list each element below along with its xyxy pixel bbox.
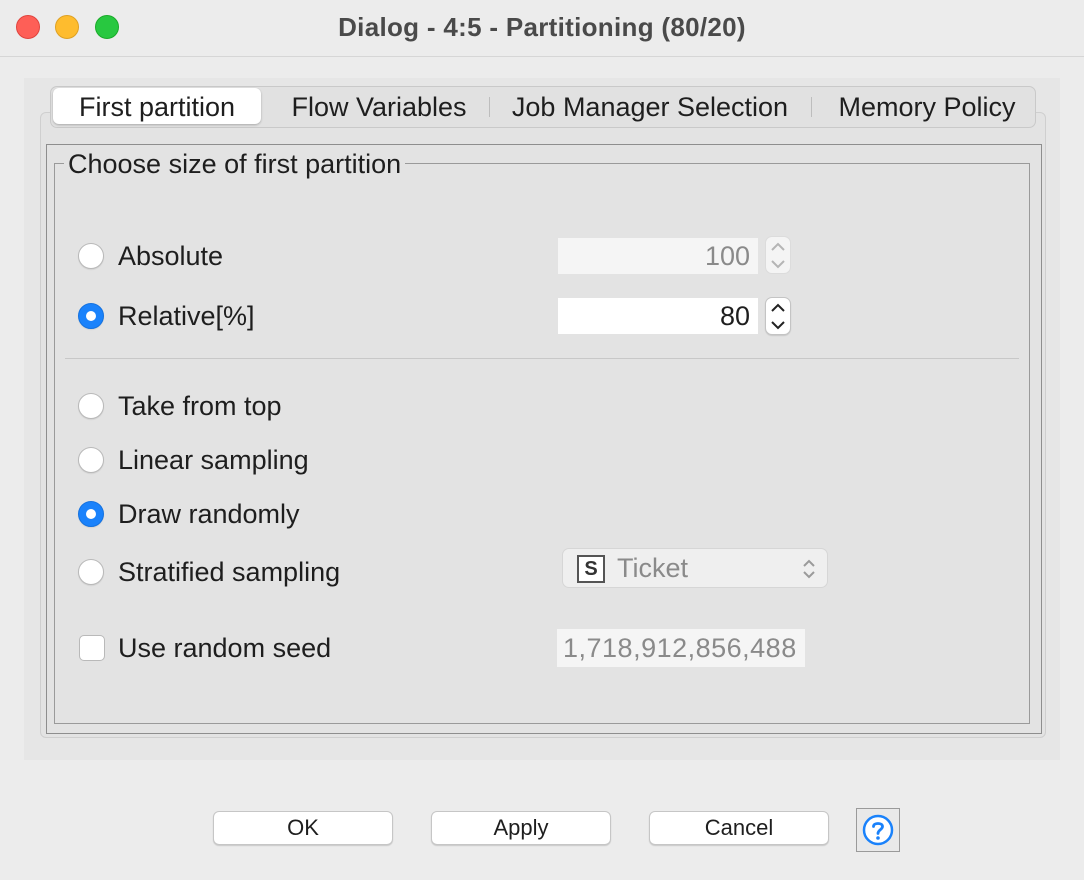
help-button[interactable] bbox=[856, 808, 900, 852]
string-type-icon: S bbox=[577, 555, 605, 583]
tab-memory-policy[interactable]: Memory Policy bbox=[821, 87, 1033, 127]
spinner-up-icon bbox=[771, 303, 785, 312]
random-seed-input[interactable]: 1,718,912,856,488 bbox=[557, 629, 805, 667]
apply-button[interactable]: Apply bbox=[431, 811, 611, 845]
absolute-count-input[interactable]: 100 bbox=[558, 238, 758, 274]
tab-separator bbox=[489, 97, 490, 117]
use-random-seed-label: Use random seed bbox=[118, 633, 332, 663]
stratified-sampling-radio[interactable] bbox=[78, 559, 104, 585]
title-bar: Dialog - 4:5 - Partitioning (80/20) bbox=[0, 0, 1084, 57]
linear-sampling-radio[interactable] bbox=[78, 447, 104, 473]
take-from-top-radio[interactable] bbox=[78, 393, 104, 419]
relative-label: Relative[%] bbox=[118, 301, 255, 331]
stratify-column-value: Ticket bbox=[617, 553, 689, 583]
absolute-spinner[interactable] bbox=[765, 236, 791, 274]
relative-percent-input[interactable]: 80 bbox=[558, 298, 758, 334]
linear-sampling-label: Linear sampling bbox=[118, 445, 309, 475]
window-title: Dialog - 4:5 - Partitioning (80/20) bbox=[338, 12, 746, 42]
tab-separator bbox=[811, 97, 812, 117]
tab-job-manager-selection[interactable]: Job Manager Selection bbox=[497, 87, 803, 127]
group-title: Choose size of first partition bbox=[64, 148, 406, 180]
relative-spinner[interactable] bbox=[765, 297, 791, 335]
chevron-up-down-icon bbox=[803, 559, 815, 579]
use-random-seed-checkbox[interactable] bbox=[79, 635, 105, 661]
help-icon bbox=[862, 814, 894, 846]
cancel-button[interactable]: Cancel bbox=[649, 811, 829, 845]
stratified-sampling-label: Stratified sampling bbox=[118, 557, 341, 587]
relative-radio[interactable] bbox=[78, 303, 104, 329]
absolute-label: Absolute bbox=[118, 241, 224, 271]
take-from-top-label: Take from top bbox=[118, 391, 282, 421]
ok-button[interactable]: OK bbox=[213, 811, 393, 845]
spinner-up-icon bbox=[771, 242, 785, 251]
tab-bar: First partition Flow Variables Job Manag… bbox=[50, 86, 1036, 128]
draw-randomly-radio[interactable] bbox=[78, 501, 104, 527]
tab-flow-variables[interactable]: Flow Variables bbox=[273, 87, 485, 127]
draw-randomly-label: Draw randomly bbox=[118, 499, 300, 529]
section-divider bbox=[65, 358, 1019, 359]
spinner-down-icon bbox=[771, 321, 785, 330]
absolute-radio[interactable] bbox=[78, 243, 104, 269]
stratify-column-select[interactable]: S Ticket bbox=[562, 548, 828, 588]
tab-first-partition[interactable]: First partition bbox=[53, 88, 261, 124]
spinner-down-icon bbox=[771, 260, 785, 269]
